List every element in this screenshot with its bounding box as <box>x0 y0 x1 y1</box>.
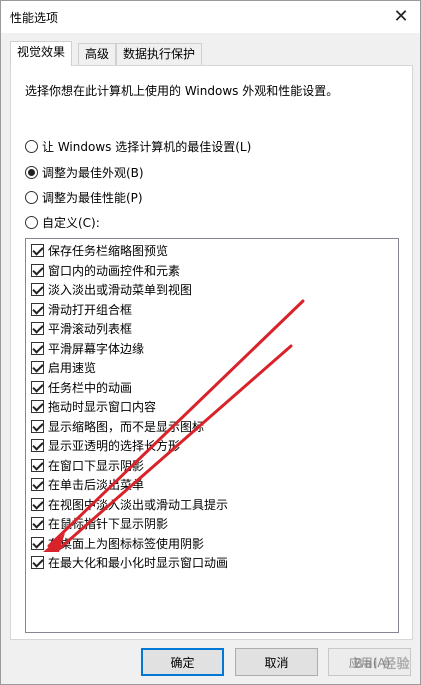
radio-custom[interactable]: 自定义(C): <box>25 213 100 231</box>
list-item[interactable]: 在最大化和最小化时显示窗口动画 <box>31 553 228 571</box>
checkbox-label: 滑动打开组合框 <box>48 302 133 317</box>
radio-label: 自定义(C): <box>42 215 100 230</box>
checkbox[interactable] <box>31 555 44 569</box>
checkbox[interactable] <box>31 341 44 355</box>
list-item[interactable]: 拖动时显示窗口内容 <box>31 397 156 415</box>
checkbox-label: 在视图中淡入淡出或滑动工具提示 <box>48 497 229 512</box>
checkbox-label: 淡入淡出或滑动菜单到视图 <box>48 282 193 297</box>
checkbox-label: 窗口内的动画控件和元素 <box>48 263 181 278</box>
checkbox-label: 平滑滚动列表框 <box>48 321 133 336</box>
title-bar: 性能选项 ✕ <box>1 1 420 33</box>
tab-data-execution-prevention[interactable]: 数据执行保护 <box>116 43 203 65</box>
list-item[interactable]: 显示缩略图，而不是显示图标 <box>31 417 204 435</box>
checkbox[interactable] <box>31 302 44 316</box>
list-item[interactable]: 淡入淡出或滑动菜单到视图 <box>31 280 192 298</box>
checkbox[interactable] <box>31 321 44 335</box>
checkbox-label: 启用速览 <box>48 360 97 375</box>
list-item[interactable]: 平滑滚动列表框 <box>31 319 132 337</box>
list-item[interactable]: 任务栏中的动画 <box>31 378 132 396</box>
checkbox-label: 在桌面上为图标标签使用阴影 <box>48 536 205 551</box>
checkbox[interactable] <box>31 536 44 550</box>
checkbox-label: 保存任务栏缩略图预览 <box>48 243 169 258</box>
tab-panel-visual-effects: 选择你想在此计算机上使用的 Windows 外观和性能设置。 让 Windows… <box>10 65 413 640</box>
radio-indicator[interactable] <box>25 139 38 153</box>
radio-let-windows-choose[interactable]: 让 Windows 选择计算机的最佳设置(L) <box>25 137 251 155</box>
checkbox-label: 在鼠标指针下显示阴影 <box>48 516 169 531</box>
checkbox[interactable] <box>31 380 44 394</box>
list-item[interactable]: 窗口内的动画控件和元素 <box>31 261 180 279</box>
list-item[interactable]: 在视图中淡入淡出或滑动工具提示 <box>31 495 228 513</box>
checkbox[interactable] <box>31 399 44 413</box>
list-item[interactable]: 启用速览 <box>31 358 96 376</box>
checkbox-label: 平滑屏幕字体边缘 <box>48 341 145 356</box>
checkbox[interactable] <box>31 360 44 374</box>
checkbox[interactable] <box>31 477 44 491</box>
radio-best-performance[interactable]: 调整为最佳性能(P) <box>25 188 143 206</box>
checkbox[interactable] <box>31 419 44 433</box>
radio-label: 调整为最佳外观(B) <box>42 165 144 180</box>
checkbox-label: 显示亚透明的选择长方形 <box>48 438 181 453</box>
checkbox[interactable] <box>31 458 44 472</box>
close-button[interactable]: ✕ <box>384 1 418 31</box>
list-item[interactable]: 在窗口下显示阴影 <box>31 456 144 474</box>
radio-label: 让 Windows 选择计算机的最佳设置(L) <box>42 139 252 154</box>
checkbox-label: 在最大化和最小化时显示窗口动画 <box>48 555 229 570</box>
checkbox-label: 拖动时显示窗口内容 <box>48 399 157 414</box>
checkbox[interactable] <box>31 282 44 296</box>
radio-indicator[interactable] <box>25 190 38 204</box>
checkbox[interactable] <box>31 516 44 530</box>
visual-effects-list[interactable]: 保存任务栏缩略图预览 窗口内的动画控件和元素 淡入淡出或滑动菜单到视图 滑动打开… <box>25 238 399 633</box>
list-item[interactable]: 保存任务栏缩略图预览 <box>31 241 168 259</box>
checkbox[interactable] <box>31 243 44 257</box>
checkbox[interactable] <box>31 263 44 277</box>
close-icon: ✕ <box>393 5 409 27</box>
checkbox-label: 任务栏中的动画 <box>48 380 133 395</box>
checkbox[interactable] <box>31 438 44 452</box>
checkbox-label: 显示缩略图，而不是显示图标 <box>48 419 205 434</box>
list-item[interactable]: 滑动打开组合框 <box>31 300 132 318</box>
tab-advanced[interactable]: 高级 <box>78 43 117 65</box>
list-item[interactable]: 在桌面上为图标标签使用阴影 <box>31 534 204 552</box>
list-item[interactable]: 在单击后淡出菜单 <box>31 475 144 493</box>
watermark: Bai 经验 <box>353 657 410 672</box>
radio-label: 调整为最佳性能(P) <box>42 190 143 205</box>
list-item[interactable]: 平滑屏幕字体边缘 <box>31 339 144 357</box>
radio-best-appearance[interactable]: 调整为最佳外观(B) <box>25 163 144 181</box>
tab-strip: 视觉效果 高级 数据执行保护 <box>10 41 410 66</box>
checkbox-label: 在单击后淡出菜单 <box>48 477 145 492</box>
cancel-button[interactable]: 取消 <box>235 648 318 676</box>
window-title: 性能选项 <box>10 11 59 25</box>
list-item[interactable]: 显示亚透明的选择长方形 <box>31 436 180 454</box>
ok-button[interactable]: 确定 <box>141 648 224 676</box>
checkbox[interactable] <box>31 497 44 511</box>
description-text: 选择你想在此计算机上使用的 Windows 外观和性能设置。 <box>25 84 339 98</box>
checkbox-label: 在窗口下显示阴影 <box>48 458 145 473</box>
list-item[interactable]: 在鼠标指针下显示阴影 <box>31 514 168 532</box>
radio-indicator[interactable] <box>25 165 38 179</box>
performance-options-dialog: 性能选项 ✕ 视觉效果 高级 数据执行保护 选择你想在此计算机上使用的 Wind… <box>0 0 421 685</box>
radio-indicator[interactable] <box>25 215 38 229</box>
tab-visual-effects[interactable]: 视觉效果 <box>10 41 73 66</box>
